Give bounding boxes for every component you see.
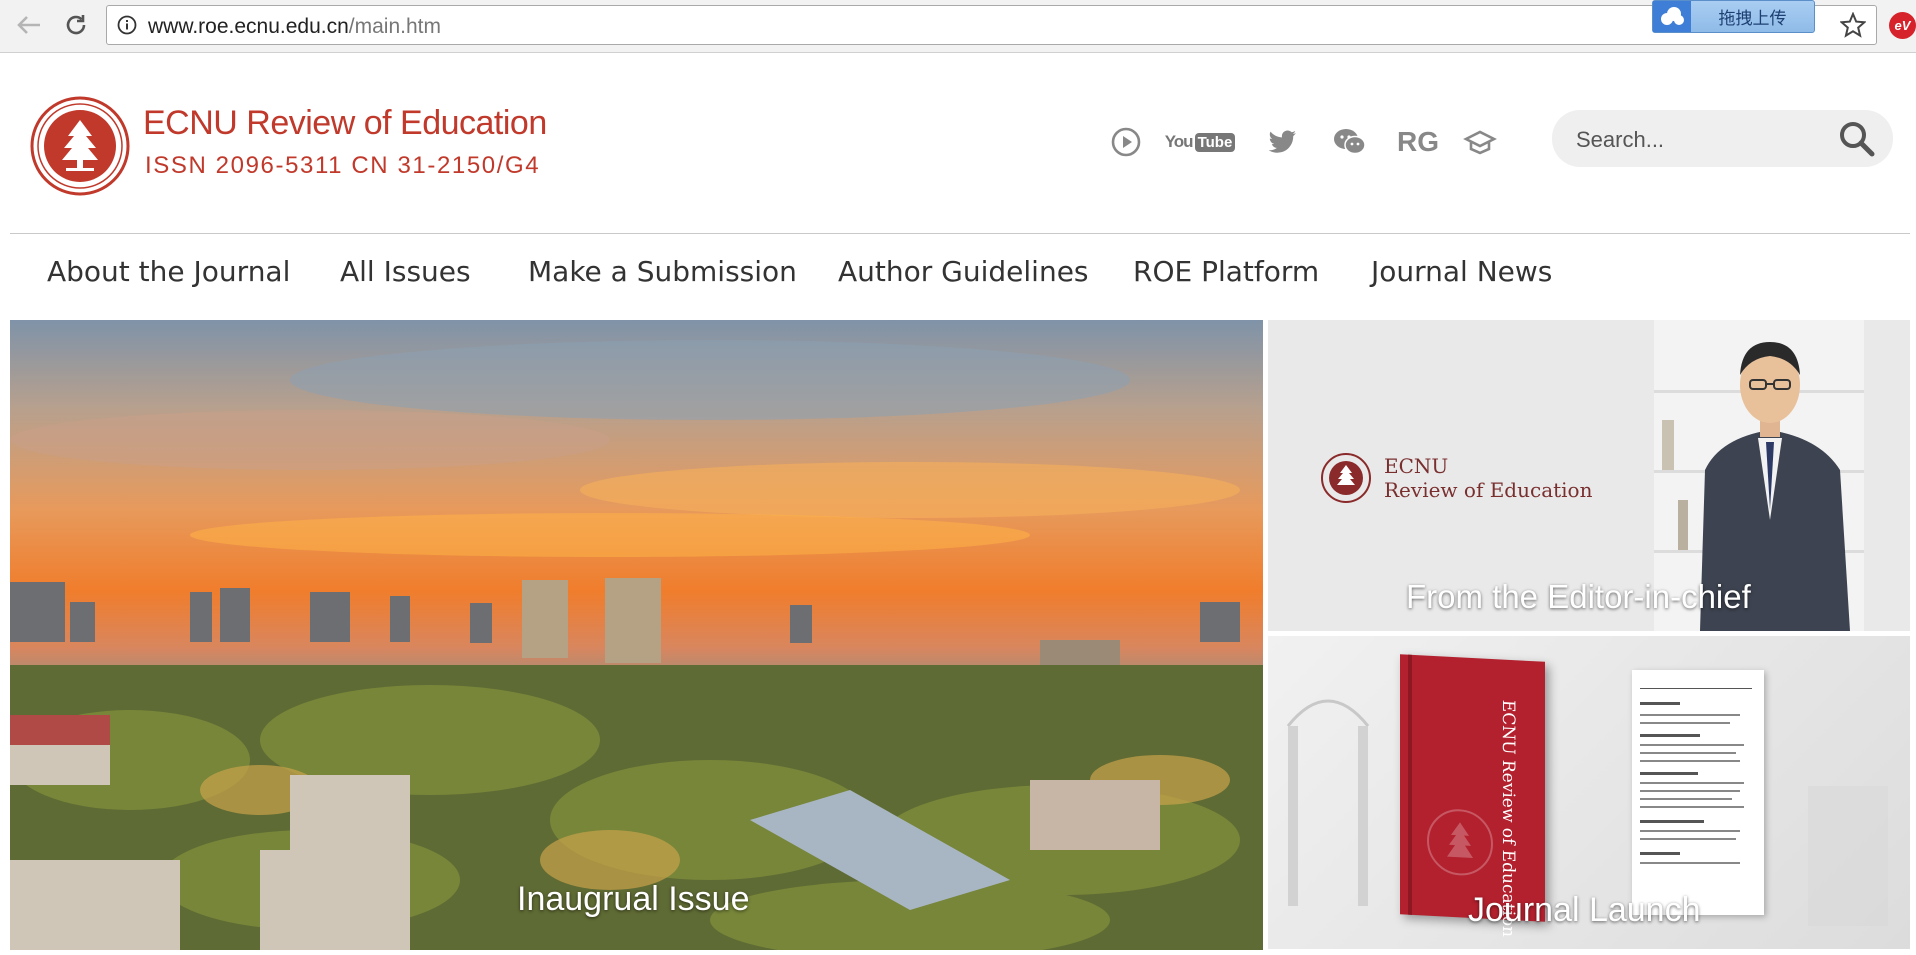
header-divider bbox=[10, 233, 1910, 234]
nav-author-guidelines[interactable]: Author Guidelines bbox=[838, 255, 1089, 288]
inaugural-issue-caption: Inaugrual Issue bbox=[517, 880, 750, 918]
journal-issn: ISSN 2096-5311 CN 31-2150/G4 bbox=[145, 152, 541, 179]
drag-upload-label: 拖拽上传 bbox=[1718, 9, 1787, 29]
editor-in-chief-caption: From the Editor-in-chief bbox=[1406, 578, 1751, 615]
ecnu-seal-logo[interactable] bbox=[30, 96, 130, 196]
wechat-icon[interactable] bbox=[1330, 124, 1370, 160]
inaugural-issue-tile[interactable]: Inaugrual Issue bbox=[10, 320, 1263, 950]
url-host: www.roe.ecnu.edu.cn bbox=[148, 15, 349, 38]
play-circle-icon[interactable] bbox=[1108, 124, 1144, 160]
drag-upload-button[interactable]: 拖拽上传 bbox=[1652, 0, 1815, 33]
youtube-icon[interactable]: You Tube bbox=[1165, 124, 1236, 160]
nav-all-issues[interactable]: All Issues bbox=[340, 255, 471, 288]
reload-icon[interactable] bbox=[61, 10, 91, 40]
youtube-you-label: You bbox=[1164, 132, 1194, 151]
journal-launch-caption: Journal Launch bbox=[1468, 891, 1701, 929]
nav-roe-platform[interactable]: ROE Platform bbox=[1133, 255, 1319, 288]
journal-cover-book: ECNU Review of Education bbox=[1400, 654, 1545, 938]
journal-launch-tile[interactable]: ECNU Review of Education Journal Launch bbox=[1268, 636, 1910, 949]
editor-logo-line1: ECNU bbox=[1384, 454, 1449, 478]
bookmark-star-icon[interactable] bbox=[1840, 12, 1866, 38]
nav-about-the-journal[interactable]: About the Journal bbox=[47, 255, 290, 288]
ecnu-seal-small-icon bbox=[1321, 453, 1371, 503]
editor-logo: ECNU Review of Education bbox=[1320, 452, 1592, 504]
cover-seal-watermark-icon bbox=[1427, 809, 1493, 876]
nav-make-a-submission[interactable]: Make a Submission bbox=[528, 255, 797, 288]
address-bar[interactable]: www.roe.ecnu.edu.cn/main.htm bbox=[106, 5, 1877, 45]
nav-journal-news[interactable]: Journal News bbox=[1371, 255, 1552, 288]
editor-in-chief-tile[interactable]: ECNU Review of Education From the Editor… bbox=[1268, 320, 1910, 631]
twitter-icon[interactable] bbox=[1265, 124, 1301, 160]
url-text[interactable]: www.roe.ecnu.edu.cn/main.htm bbox=[148, 15, 441, 39]
search-box[interactable] bbox=[1552, 110, 1893, 167]
info-icon[interactable] bbox=[117, 15, 137, 35]
url-path: /main.htm bbox=[348, 15, 441, 38]
editor-logo-line2: Review of Education bbox=[1384, 478, 1593, 502]
campus-photo bbox=[10, 340, 1263, 950]
mendeley-icon[interactable] bbox=[1460, 124, 1500, 160]
search-icon[interactable] bbox=[1838, 120, 1876, 158]
table-of-contents-page bbox=[1632, 670, 1764, 915]
search-input[interactable] bbox=[1574, 124, 1838, 156]
researchgate-icon[interactable]: RG bbox=[1397, 124, 1439, 160]
journal-title[interactable]: ECNU Review of Education bbox=[143, 104, 547, 143]
youtube-tube-label: Tube bbox=[1194, 132, 1236, 152]
back-arrow-icon[interactable] bbox=[14, 10, 44, 40]
extension-icon[interactable]: eV bbox=[1889, 12, 1916, 39]
browser-toolbar: www.roe.ecnu.edu.cn/main.htm 拖拽上传 eV bbox=[0, 0, 1916, 53]
cloud-icon bbox=[1653, 1, 1691, 32]
